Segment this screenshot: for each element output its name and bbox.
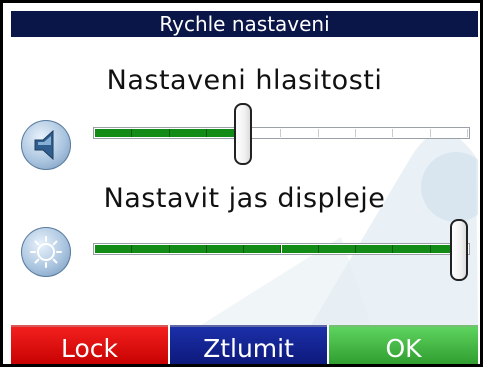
mute-button-label: Ztlumit [203,334,294,363]
volume-slider-segment [393,129,431,137]
brightness-slider-segment [95,245,133,253]
mute-button[interactable]: Ztlumit [170,325,327,364]
brightness-slider-segment [132,245,170,253]
volume-slider-track[interactable] [93,127,470,139]
ok-button-label: OK [385,334,422,363]
volume-slider-segment [319,129,357,137]
ok-button[interactable]: OK [329,325,478,364]
screen-title: Rychle nastaveni [159,12,330,36]
volume-slider-segment [132,129,170,137]
brightness-label: Nastavit jas displeje [103,183,386,214]
settings-panel: Nastaveni hlasitosti Nastavit jas disple… [11,37,478,325]
volume-slider-segment [169,129,207,137]
volume-slider-knob[interactable] [234,103,252,165]
volume-slider-segment [282,129,319,137]
volume-slider-segment [95,129,133,137]
brightness-slider-segment [169,245,207,253]
title-bar: Rychle nastaveni [11,11,478,37]
brightness-slider-track[interactable] [93,243,470,255]
brightness-slider-segment [206,245,245,253]
volume-slider-segment [431,129,468,137]
brightness-slider-segment [318,245,357,253]
quick-settings-screen: Rychle nastaveni Nastaveni hlasitosti Na… [0,0,483,367]
brightness-slider-knob[interactable] [450,219,468,281]
lock-button[interactable]: Lock [11,325,168,364]
sun-icon [21,227,71,277]
speaker-icon [21,120,71,170]
brightness-slider-segment [393,245,431,253]
button-bar: Lock Ztlumit OK [11,325,478,364]
lock-button-label: Lock [60,334,118,363]
brightness-slider-segment [356,245,394,253]
volume-label: Nastaveni hlasitosti [106,65,383,96]
volume-slider-segment [356,129,394,137]
brightness-slider-segment [244,245,282,253]
brightness-slider-segment [281,245,319,253]
